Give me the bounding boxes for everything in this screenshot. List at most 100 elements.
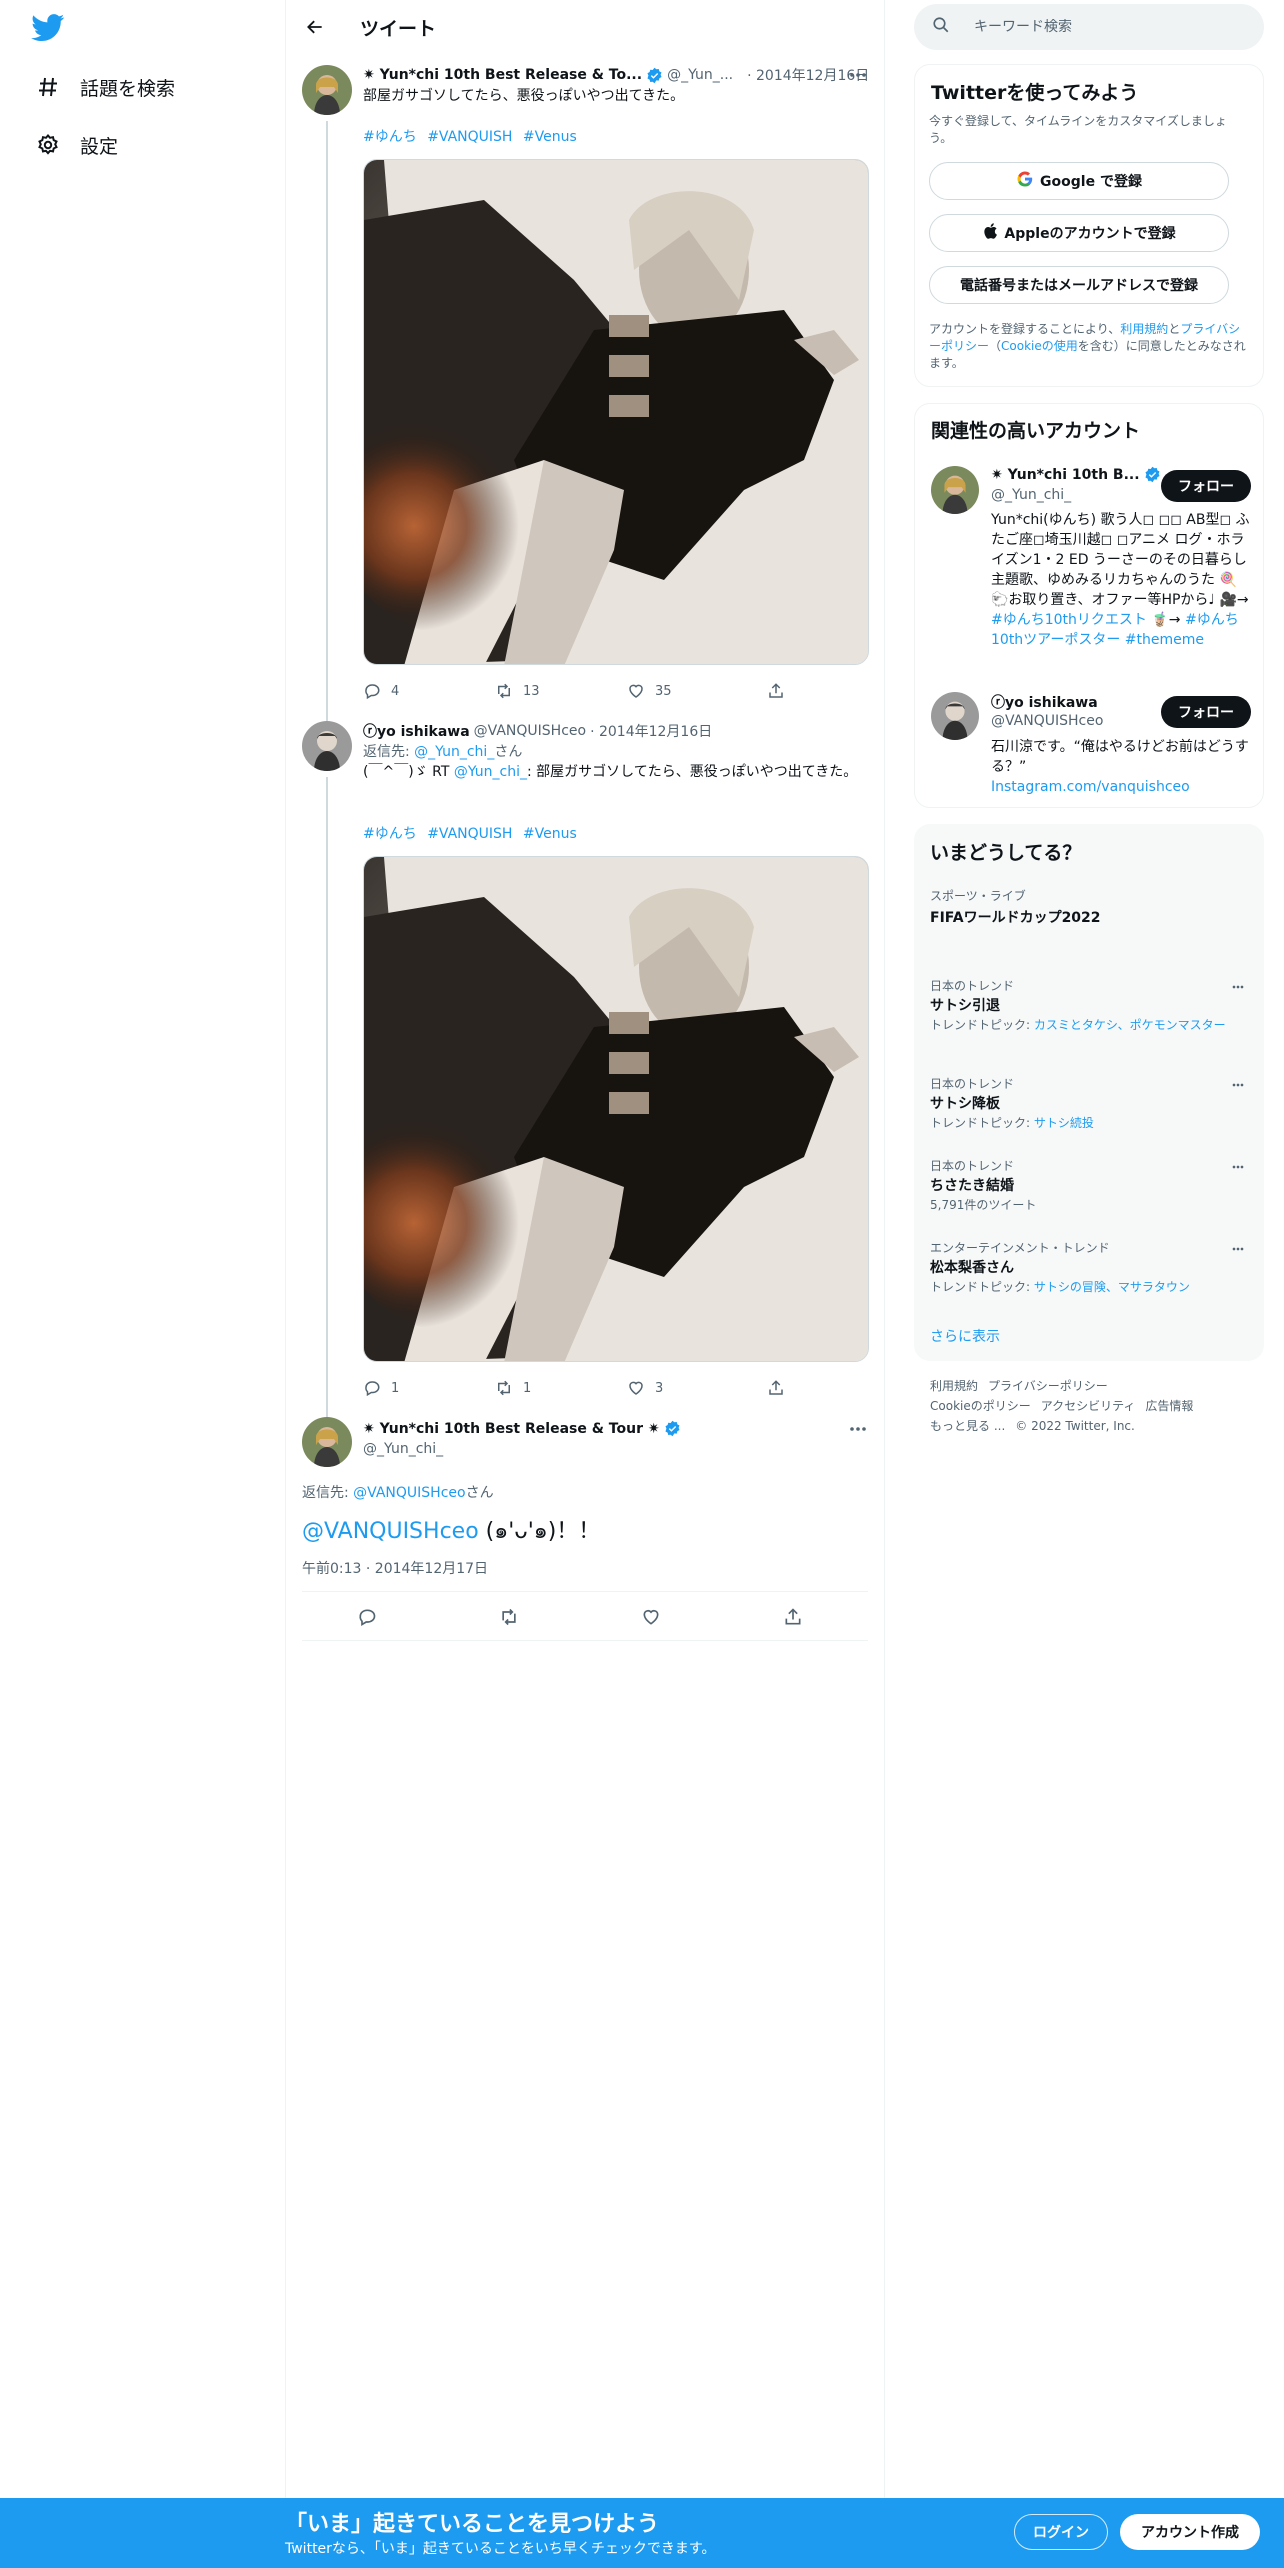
apple-signup-button[interactable]: Appleのアカウントで登録 [929,214,1229,252]
profile-link[interactable]: Instagram.com/vanquishceo [991,779,1190,795]
share-button[interactable] [767,682,795,700]
hashtag-link[interactable]: #Venus [523,129,577,145]
reply-count: 4 [391,683,400,699]
more-options-icon[interactable] [1226,1241,1250,1257]
reply-button[interactable] [357,1607,377,1631]
hashtag-link[interactable]: #VANQUISH [427,129,512,145]
mention-link[interactable]: @VANQUISHceo [353,1485,465,1501]
trend-meta: トレンドトピック: カスミとタケシ、ポケモンマスター [930,1017,1240,1033]
main-column: ツイート ✷ Yun*chi 10th Best Release & To...… [285,0,885,2498]
reply-button[interactable]: 4 [363,682,399,700]
author-handle[interactable]: @VANQUISHceo [474,723,586,739]
trend-item[interactable]: 日本のトレンド サトシ降板 トレンドトピック: サトシ続投 [914,1075,1264,1135]
google-signup-button[interactable]: Google で登録 [929,162,1229,200]
retweet-button[interactable]: 1 [495,1379,531,1397]
more-options-icon[interactable] [846,1419,870,1439]
left-nav: 話題を検索 設定 [0,0,285,2498]
hashtag-link[interactable]: #Venus [523,826,577,842]
author-handle[interactable]: @_Yun_... [667,67,733,83]
twitter-logo-icon[interactable] [31,14,67,44]
follow-button[interactable]: フォロー [1161,696,1251,728]
nav-item-explore[interactable]: 話題を検索 [30,61,175,113]
avatar[interactable] [302,721,352,771]
apple-icon [982,222,998,244]
search-input[interactable] [974,19,1234,35]
trend-item[interactable]: 日本のトレンド サトシ引退 トレンドトピック: カスミとタケシ、ポケモンマスター [914,977,1264,1047]
avatar[interactable] [931,466,979,514]
hashtag-link[interactable]: #ゆんち [363,826,417,842]
footer-link[interactable]: 広告情報 [1145,1399,1193,1413]
trend-meta: トレンドトピック: サトシ続投 [930,1115,1240,1131]
phone-email-signup-button[interactable]: 電話番号またはメールアドレスで登録 [929,266,1229,304]
avatar[interactable] [302,65,352,115]
back-arrow-icon[interactable] [300,12,330,42]
cookie-link[interactable]: Cookieの使用 [1001,339,1078,353]
footer-link[interactable]: 利用規約 [930,1379,978,1393]
retweet-button[interactable]: 13 [495,682,540,700]
tweet-header: ⓡyo ishikawa @VANQUISHceo · 2014年12月16日 [363,721,712,741]
trend-topic-link[interactable]: サトシ続投 [1034,1116,1094,1130]
nav-item-settings[interactable]: 設定 [30,119,118,171]
terms-link[interactable]: 利用規約 [1120,322,1168,336]
reply-button[interactable]: 1 [363,1379,399,1397]
search-box[interactable] [914,4,1264,50]
mention-link[interactable]: @VANQUISHceo [302,1519,479,1544]
hashtag-link[interactable]: #thememe [1125,632,1204,648]
search-icon [932,16,950,38]
author-name-line[interactable]: ✷ Yun*chi 10th Best Release & Tour ✷ [363,1420,685,1437]
trend-topic-link[interactable]: サトシの冒険、マサラタウン [1034,1280,1190,1294]
trends-card: いまどうしてる？ スポーツ・ライブ FIFAワールドカップ2022 日本のトレン… [914,824,1264,1361]
footer-link[interactable]: もっと見る ... [930,1419,1005,1433]
phone-email-signup-label: 電話番号またはメールアドレスで登録 [960,278,1198,294]
tweet-actions: 1 1 3 [363,1378,783,1398]
trend-topic-link[interactable]: カスミとタケシ、ポケモンマスター [1034,1018,1226,1032]
trend-item[interactable]: スポーツ・ライブ FIFAワールドカップ2022 [914,887,1264,947]
nav-item-label: 設定 [80,135,119,158]
tweet-header: ✷ Yun*chi 10th Best Release & To... @_Yu… [363,65,869,85]
google-icon [1016,170,1034,192]
tweet[interactable]: ⓡyo ishikawa @VANQUISHceo · 2014年12月16日 … [286,713,884,1417]
tweet-photo[interactable] [363,856,869,1362]
more-options-icon[interactable] [1226,979,1250,995]
tweet-timestamp[interactable]: 午前0:13 · 2014年12月17日 [302,1558,488,1578]
avatar[interactable] [302,1417,352,1467]
share-button[interactable] [783,1607,803,1631]
footer-link[interactable]: アクセシビリティ [1041,1399,1136,1413]
focused-tweet: ✷ Yun*chi 10th Best Release & Tour ✷ @_Y… [286,1413,884,1643]
show-more-link[interactable]: さらに表示 [930,1326,1000,1346]
hashtag-link[interactable]: #ゆんち10thリクエスト [991,612,1147,628]
tweet-date[interactable]: · 2014年12月16日 [590,721,712,741]
follow-button[interactable]: フォロー [1161,470,1251,502]
mention-link[interactable]: @_Yun_chi_ [414,744,494,760]
trend-item[interactable]: 日本のトレンド ちさたき結婚 5,791件のツイート [914,1157,1264,1217]
more-options-icon[interactable] [846,65,870,85]
like-button[interactable] [641,1607,661,1631]
terms-text: と [1168,322,1181,336]
create-account-button[interactable]: アカウント作成 [1120,2514,1260,2550]
trend-name: FIFAワールドカップ2022 [930,910,1101,926]
author-name[interactable]: ⓡyo ishikawa [363,721,470,741]
avatar[interactable] [931,692,979,740]
hashtag-link[interactable]: #VANQUISH [427,826,512,842]
page-title: ツイート [360,18,437,40]
tweet-photo[interactable] [363,159,869,665]
share-button[interactable] [767,1379,795,1397]
account-handle: @VANQUISHceo [991,713,1104,729]
like-button[interactable]: 3 [627,1379,663,1397]
hashtag-list: #ゆんち #VANQUISH #Venus [363,126,583,146]
signup-banner: 「いま」起きていることを見つけよう Twitterなら、「いま」起きていることを… [0,2498,1284,2568]
trend-item[interactable]: エンターテインメント・トレンド 松本梨香さん トレンドトピック: サトシの冒険、… [914,1239,1264,1299]
hashtag-link[interactable]: #ゆんち [363,129,417,145]
tweet[interactable]: ✷ Yun*chi 10th Best Release & To... @_Yu… [286,53,884,721]
more-options-icon[interactable] [1226,1077,1250,1093]
more-options-icon[interactable] [1226,1159,1250,1175]
footer-link[interactable]: Cookieのポリシー [930,1399,1031,1413]
login-button[interactable]: ログイン [1014,2514,1108,2550]
like-button[interactable]: 35 [627,682,672,700]
mention-link[interactable]: @Yun_chi_ [454,764,527,780]
footer-link[interactable]: プライバシーポリシー [988,1379,1108,1393]
author-handle[interactable]: @_Yun_chi_ [363,1441,443,1457]
trend-meta: トレンドトピック: サトシの冒険、マサラタウン [930,1279,1240,1295]
retweet-button[interactable] [499,1607,519,1631]
author-name[interactable]: ✷ Yun*chi 10th Best Release & To... [363,67,642,83]
